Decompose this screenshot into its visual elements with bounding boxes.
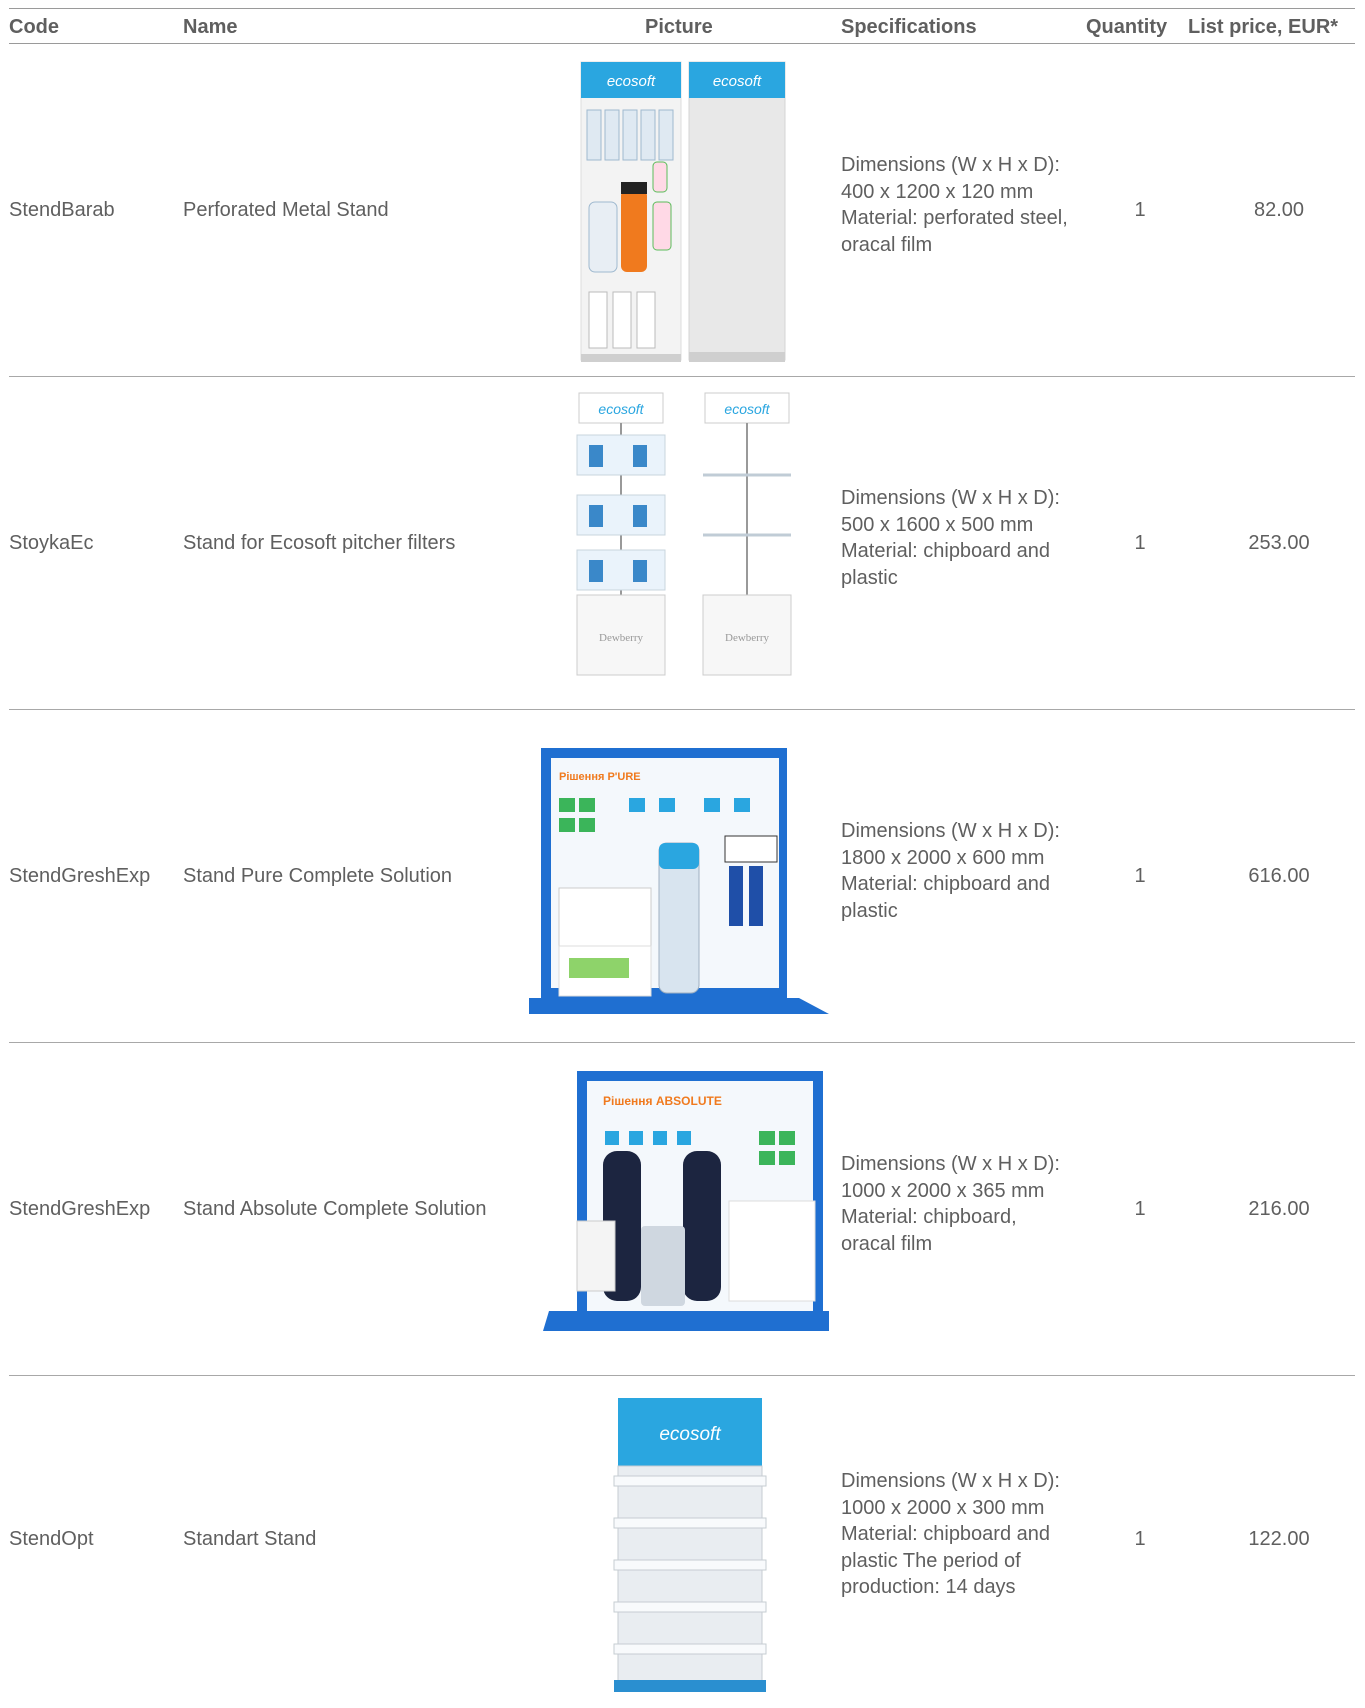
product-picture: Рішення P'URE	[529, 718, 839, 1034]
row-quantity: 1	[1134, 199, 1146, 221]
table-header: Code Name Picture Specifications Quantit…	[9, 8, 1355, 44]
header-quantity: Quantity	[1086, 16, 1168, 38]
spec-line: production: 14 days	[841, 1576, 1016, 1598]
picture-label: Рішення ABSOLUTE	[603, 1094, 722, 1108]
perforated-stand-image: ecosoft ecosoft	[580, 61, 786, 362]
row-price: 616.00	[1248, 865, 1310, 887]
spec-line: Material: chipboard and	[841, 540, 1051, 562]
price-table: Code Name Picture Specifications Quantit…	[9, 8, 1355, 1708]
row-quantity: 1	[1134, 1528, 1146, 1550]
spec-line: plastic	[841, 899, 898, 922]
standart-stand-image: ecosoft	[613, 1398, 767, 1692]
header-list-price: List price, EUR*	[1188, 16, 1339, 38]
spec-line: Material: perforated steel,	[841, 207, 1068, 229]
spec-line: Dimensions (W x H x D):	[841, 820, 1060, 842]
spec-line: oracal film	[841, 233, 933, 256]
picture-label: Dewberry	[725, 632, 769, 644]
spec-line: 1000 x 2000 x 300 mm	[841, 1496, 1045, 1519]
logo-text: ecosoft	[724, 401, 770, 417]
spec-line: 400 x 1200 x 120 mm	[841, 180, 1034, 203]
row-code: StendOpt	[9, 1528, 94, 1550]
product-picture: Рішення ABSOLUTE	[529, 1051, 839, 1367]
spec-line: plastic	[841, 566, 898, 589]
table-row: StendGreshExp Stand Pure Complete Soluti…	[9, 710, 1355, 1043]
picture-label: Рішення P'URE	[559, 771, 641, 783]
spec-line: Material: chipboard,	[841, 1206, 1017, 1228]
row-specifications: Dimensions (W x H x D): 1000 x 2000 x 36…	[841, 1151, 1101, 1257]
row-code: StendGreshExp	[9, 865, 151, 887]
spec-line: oracal film	[841, 1232, 933, 1255]
logo-text: ecosoft	[659, 1424, 721, 1445]
spec-line: Dimensions (W x H x D):	[841, 1470, 1060, 1492]
row-code: StoykaEc	[9, 532, 94, 554]
spec-line: Material: chipboard and	[841, 873, 1051, 895]
table-row: StoykaEc Stand for Ecosoft pitcher filte…	[9, 377, 1355, 710]
spec-line: 1000 x 2000 x 365 mm	[841, 1179, 1045, 1202]
row-specifications: Dimensions (W x H x D): 1000 x 2000 x 30…	[841, 1468, 1101, 1601]
row-name: Stand Pure Complete Solution	[183, 865, 453, 887]
absolute-solution-stand-image: Рішення ABSOLUTE	[543, 1071, 829, 1331]
header-name: Name	[183, 16, 238, 38]
row-specifications: Dimensions (W x H x D): 500 x 1600 x 500…	[841, 485, 1101, 591]
spec-line: plastic The period of	[841, 1549, 1021, 1572]
header-specifications: Specifications	[841, 16, 977, 38]
pure-solution-stand-image: Рішення P'URE	[529, 748, 829, 1014]
header-code: Code	[9, 16, 59, 38]
picture-label: Dewberry	[599, 632, 643, 644]
row-price: 82.00	[1253, 199, 1305, 221]
row-price: 122.00	[1248, 1528, 1310, 1550]
row-quantity: 1	[1134, 865, 1146, 887]
spec-line: Dimensions (W x H x D):	[841, 1153, 1060, 1175]
row-specifications: Dimensions (W x H x D): 400 x 1200 x 120…	[841, 152, 1101, 258]
table-row: StendBarab Perforated Metal Stand ecosof…	[9, 44, 1355, 377]
spec-line: Dimensions (W x H x D):	[841, 487, 1060, 509]
spec-line: Material: chipboard and	[841, 1523, 1051, 1545]
row-specifications: Dimensions (W x H x D): 1800 x 2000 x 60…	[841, 818, 1101, 924]
row-name: Standart Stand	[183, 1528, 317, 1550]
logo-text: ecosoft	[713, 73, 762, 90]
logo-text: ecosoft	[607, 73, 656, 90]
row-name: Stand for Ecosoft pitcher filters	[183, 532, 456, 554]
table-row: StendGreshExp Stand Absolute Complete So…	[9, 1043, 1355, 1376]
row-name: Perforated Metal Stand	[183, 199, 389, 221]
spec-line: Dimensions (W x H x D):	[841, 154, 1060, 176]
header-picture: Picture	[645, 16, 713, 38]
logo-text: ecosoft	[598, 401, 644, 417]
row-price: 253.00	[1248, 532, 1310, 554]
product-picture: ecosoft ecosoft	[529, 52, 839, 368]
spec-line: 500 x 1600 x 500 mm	[841, 513, 1034, 536]
row-quantity: 1	[1134, 532, 1146, 554]
row-code: StendGreshExp	[9, 1198, 151, 1220]
row-quantity: 1	[1134, 1198, 1146, 1220]
row-code: StendBarab	[9, 199, 115, 221]
spec-line: 1800 x 2000 x 600 mm	[841, 846, 1045, 869]
row-name: Stand Absolute Complete Solution	[183, 1198, 487, 1220]
product-picture: ecosoft Dewberry ecosoft Dewberry	[529, 385, 839, 701]
pitcher-stand-image: ecosoft Dewberry ecosoft Dewberry	[576, 392, 792, 676]
row-price: 216.00	[1248, 1198, 1310, 1220]
product-picture: ecosoft	[529, 1384, 839, 1700]
table-row: StendOpt Standart Stand ecosoft Dimensio…	[9, 1376, 1355, 1708]
